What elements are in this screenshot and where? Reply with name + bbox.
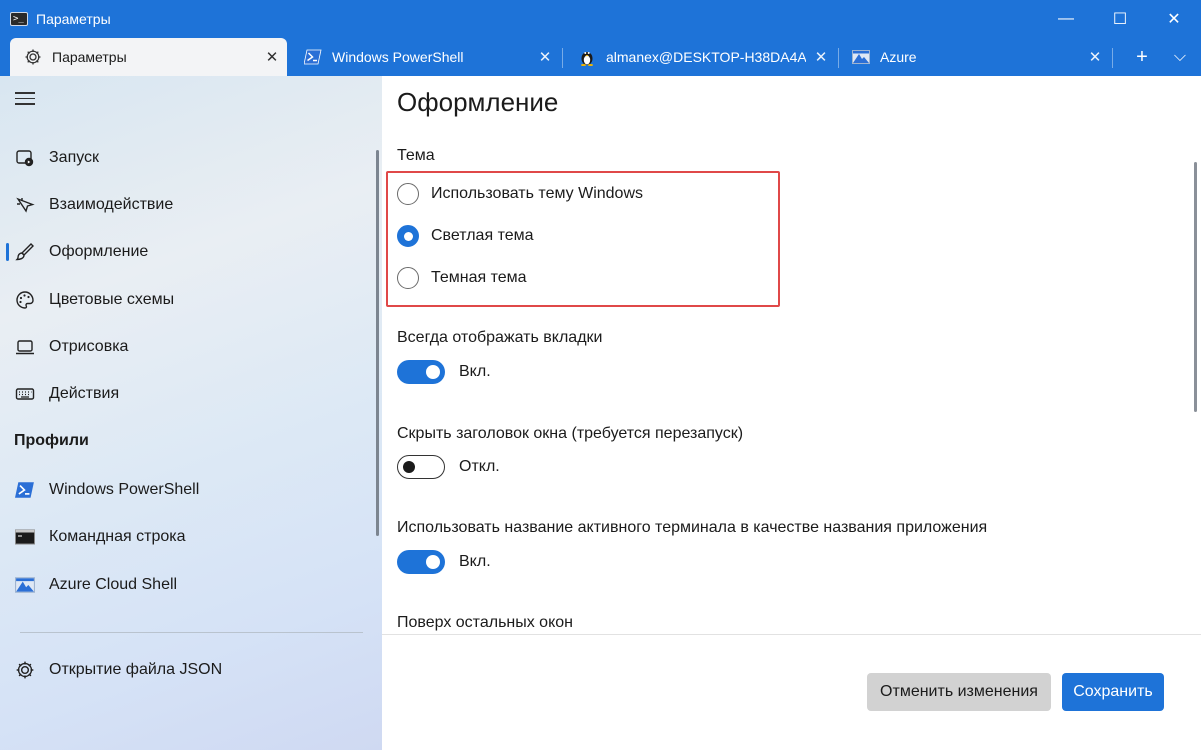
tab-label: Параметры xyxy=(52,49,127,65)
interaction-icon xyxy=(14,194,36,216)
maximize-button[interactable]: ☐ xyxy=(1093,0,1147,38)
tab-separator xyxy=(562,48,563,68)
content-scrollbar[interactable] xyxy=(1194,162,1197,412)
hamburger-menu-icon[interactable] xyxy=(15,92,37,108)
sidebar-divider xyxy=(20,632,363,633)
close-window-button[interactable]: ✕ xyxy=(1147,0,1201,38)
title-bar: >_ Параметры — ☐ ✕ xyxy=(0,0,1201,38)
sidebar-item-profile-azure[interactable]: Azure Cloud Shell xyxy=(0,565,370,605)
window-title: Параметры xyxy=(36,11,111,27)
linux-penguin-icon xyxy=(578,48,596,66)
sidebar-item-label: Отрисовка xyxy=(49,338,129,355)
tab-close-button[interactable]: ✕ xyxy=(530,48,560,66)
tab-close-button[interactable]: ✕ xyxy=(806,48,836,66)
toggle-state-label: Откл. xyxy=(459,458,500,475)
hide-titlebar-toggle-row[interactable]: Откл. xyxy=(397,454,500,480)
tab-label: Windows PowerShell xyxy=(332,49,464,65)
gear-icon xyxy=(14,659,36,681)
sidebar-item-startup[interactable]: Запуск xyxy=(0,138,370,178)
page-title: Оформление xyxy=(397,87,559,117)
tab-close-button[interactable]: ✕ xyxy=(1080,48,1110,66)
sidebar-item-color-schemes[interactable]: Цветовые схемы xyxy=(0,280,370,320)
tab-strip: Параметры ✕ Windows PowerShell ✕ almanex… xyxy=(0,38,1201,76)
cmd-icon xyxy=(14,526,36,548)
azure-cloud-icon xyxy=(14,574,36,596)
save-button[interactable]: Сохранить xyxy=(1062,673,1164,711)
keyboard-icon xyxy=(14,383,36,405)
toggle-state-label: Вкл. xyxy=(459,553,491,570)
tab-close-button[interactable]: ✕ xyxy=(257,48,287,66)
footer-bar: Отменить изменения Сохранить xyxy=(382,634,1201,750)
sidebar: Запуск Взаимодействие Оформление Цветовы… xyxy=(0,76,382,750)
sidebar-item-label: Оформление xyxy=(49,243,149,260)
palette-icon xyxy=(14,289,36,311)
theme-option-windows[interactable]: Использовать тему Windows xyxy=(397,179,643,209)
sidebar-scrollbar[interactable] xyxy=(376,150,379,536)
minimize-button[interactable]: — xyxy=(1039,0,1093,38)
use-terminal-title-label: Использовать название активного терминал… xyxy=(397,519,988,536)
toggle-state-label: Вкл. xyxy=(459,363,491,380)
always-on-top-label: Поверх остальных окон xyxy=(397,614,573,631)
tab-settings[interactable]: Параметры ✕ xyxy=(10,38,287,76)
theme-option-dark[interactable]: Темная тема xyxy=(397,263,527,293)
sidebar-item-open-json[interactable]: Открытие файла JSON xyxy=(0,650,370,690)
sidebar-item-interaction[interactable]: Взаимодействие xyxy=(0,185,370,225)
powershell-icon xyxy=(304,48,322,66)
always-show-tabs-label: Всегда отображать вкладки xyxy=(397,329,603,346)
tab-separator xyxy=(1112,48,1113,68)
theme-label: Тема xyxy=(397,147,435,164)
new-tab-button[interactable]: + xyxy=(1124,38,1160,76)
sidebar-item-rendering[interactable]: Отрисовка xyxy=(0,327,370,367)
powershell-icon xyxy=(14,479,36,501)
always-show-tabs-toggle[interactable] xyxy=(397,360,445,384)
radio-label: Темная тема xyxy=(431,269,527,286)
sidebar-item-label: Командная строка xyxy=(49,528,186,545)
radio-label: Светлая тема xyxy=(431,227,534,244)
radio-button[interactable] xyxy=(397,183,419,205)
azure-cloud-icon xyxy=(852,48,870,66)
theme-option-light[interactable]: Светлая тема xyxy=(397,221,534,251)
tab-label: almanex@DESKTOP-H38DA4A xyxy=(606,49,806,65)
discard-changes-button[interactable]: Отменить изменения xyxy=(867,673,1051,711)
sidebar-item-profile-cmd[interactable]: Командная строка xyxy=(0,517,370,557)
always-show-tabs-toggle-row[interactable]: Вкл. xyxy=(397,359,491,385)
radio-button[interactable] xyxy=(397,267,419,289)
brush-icon xyxy=(14,241,36,263)
sidebar-item-label: Действия xyxy=(49,385,120,402)
hide-titlebar-toggle[interactable] xyxy=(397,455,445,479)
tab-dropdown-button[interactable]: ⌵ xyxy=(1162,38,1198,76)
tab-powershell[interactable]: Windows PowerShell ✕ xyxy=(290,38,560,76)
sidebar-item-label: Открытие файла JSON xyxy=(49,661,223,678)
startup-icon xyxy=(14,147,36,169)
radio-button-checked[interactable] xyxy=(397,225,419,247)
terminal-app-icon: >_ xyxy=(10,12,28,26)
tab-label: Azure xyxy=(880,49,917,65)
sidebar-item-appearance[interactable]: Оформление xyxy=(0,232,370,272)
sidebar-item-label: Azure Cloud Shell xyxy=(49,576,178,593)
sidebar-item-label: Цветовые схемы xyxy=(49,291,175,308)
laptop-icon xyxy=(14,336,36,358)
sidebar-item-actions[interactable]: Действия xyxy=(0,374,370,414)
radio-label: Использовать тему Windows xyxy=(431,185,643,202)
sidebar-item-label: Запуск xyxy=(49,149,100,166)
use-terminal-title-toggle-row[interactable]: Вкл. xyxy=(397,549,491,575)
gear-icon xyxy=(24,48,42,66)
window-controls: — ☐ ✕ xyxy=(1039,0,1201,38)
sidebar-item-label: Взаимодействие xyxy=(49,196,174,213)
sidebar-item-profile-powershell[interactable]: Windows PowerShell xyxy=(0,470,370,510)
tab-wsl[interactable]: almanex@DESKTOP-H38DA4A ✕ xyxy=(564,38,836,76)
main-content: Оформление Тема Использовать тему Window… xyxy=(382,76,1201,634)
profiles-section-title: Профили xyxy=(14,432,89,449)
use-terminal-title-toggle[interactable] xyxy=(397,550,445,574)
sidebar-item-label: Windows PowerShell xyxy=(49,481,200,498)
hide-titlebar-label: Скрыть заголовок окна (требуется перезап… xyxy=(397,425,744,442)
tab-azure[interactable]: Azure ✕ xyxy=(838,38,1110,76)
